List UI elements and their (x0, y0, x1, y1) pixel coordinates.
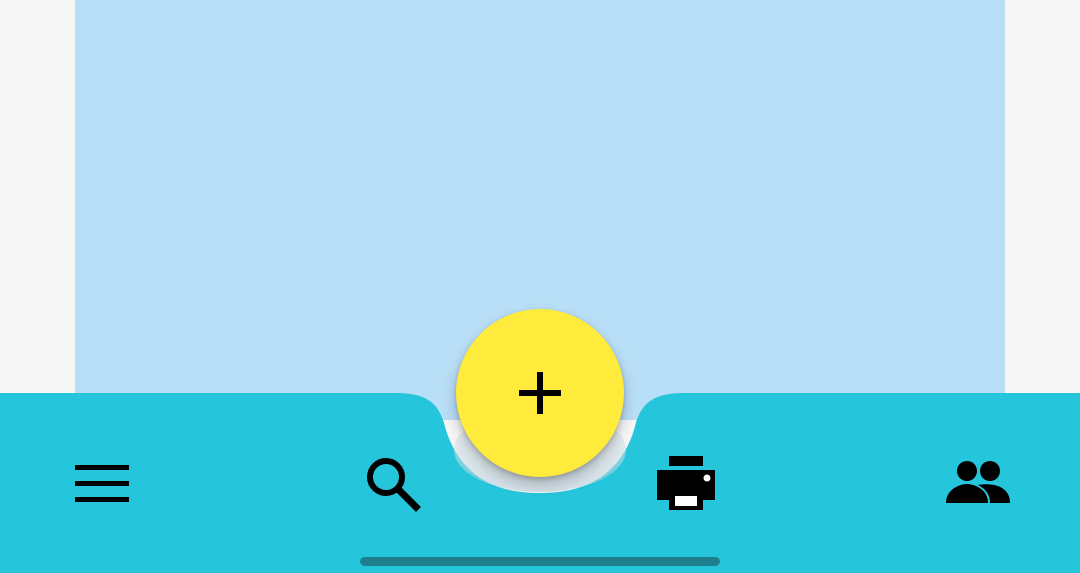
home-indicator[interactable] (360, 557, 720, 566)
people-button[interactable] (938, 443, 1018, 523)
add-fab[interactable] (456, 309, 624, 477)
print-icon (657, 456, 715, 510)
menu-button[interactable] (62, 443, 142, 523)
search-button[interactable] (352, 443, 432, 523)
plus-icon (519, 372, 561, 414)
search-icon (367, 458, 421, 512)
people-icon (946, 461, 1010, 503)
print-button[interactable] (646, 443, 726, 523)
menu-icon (75, 465, 129, 502)
